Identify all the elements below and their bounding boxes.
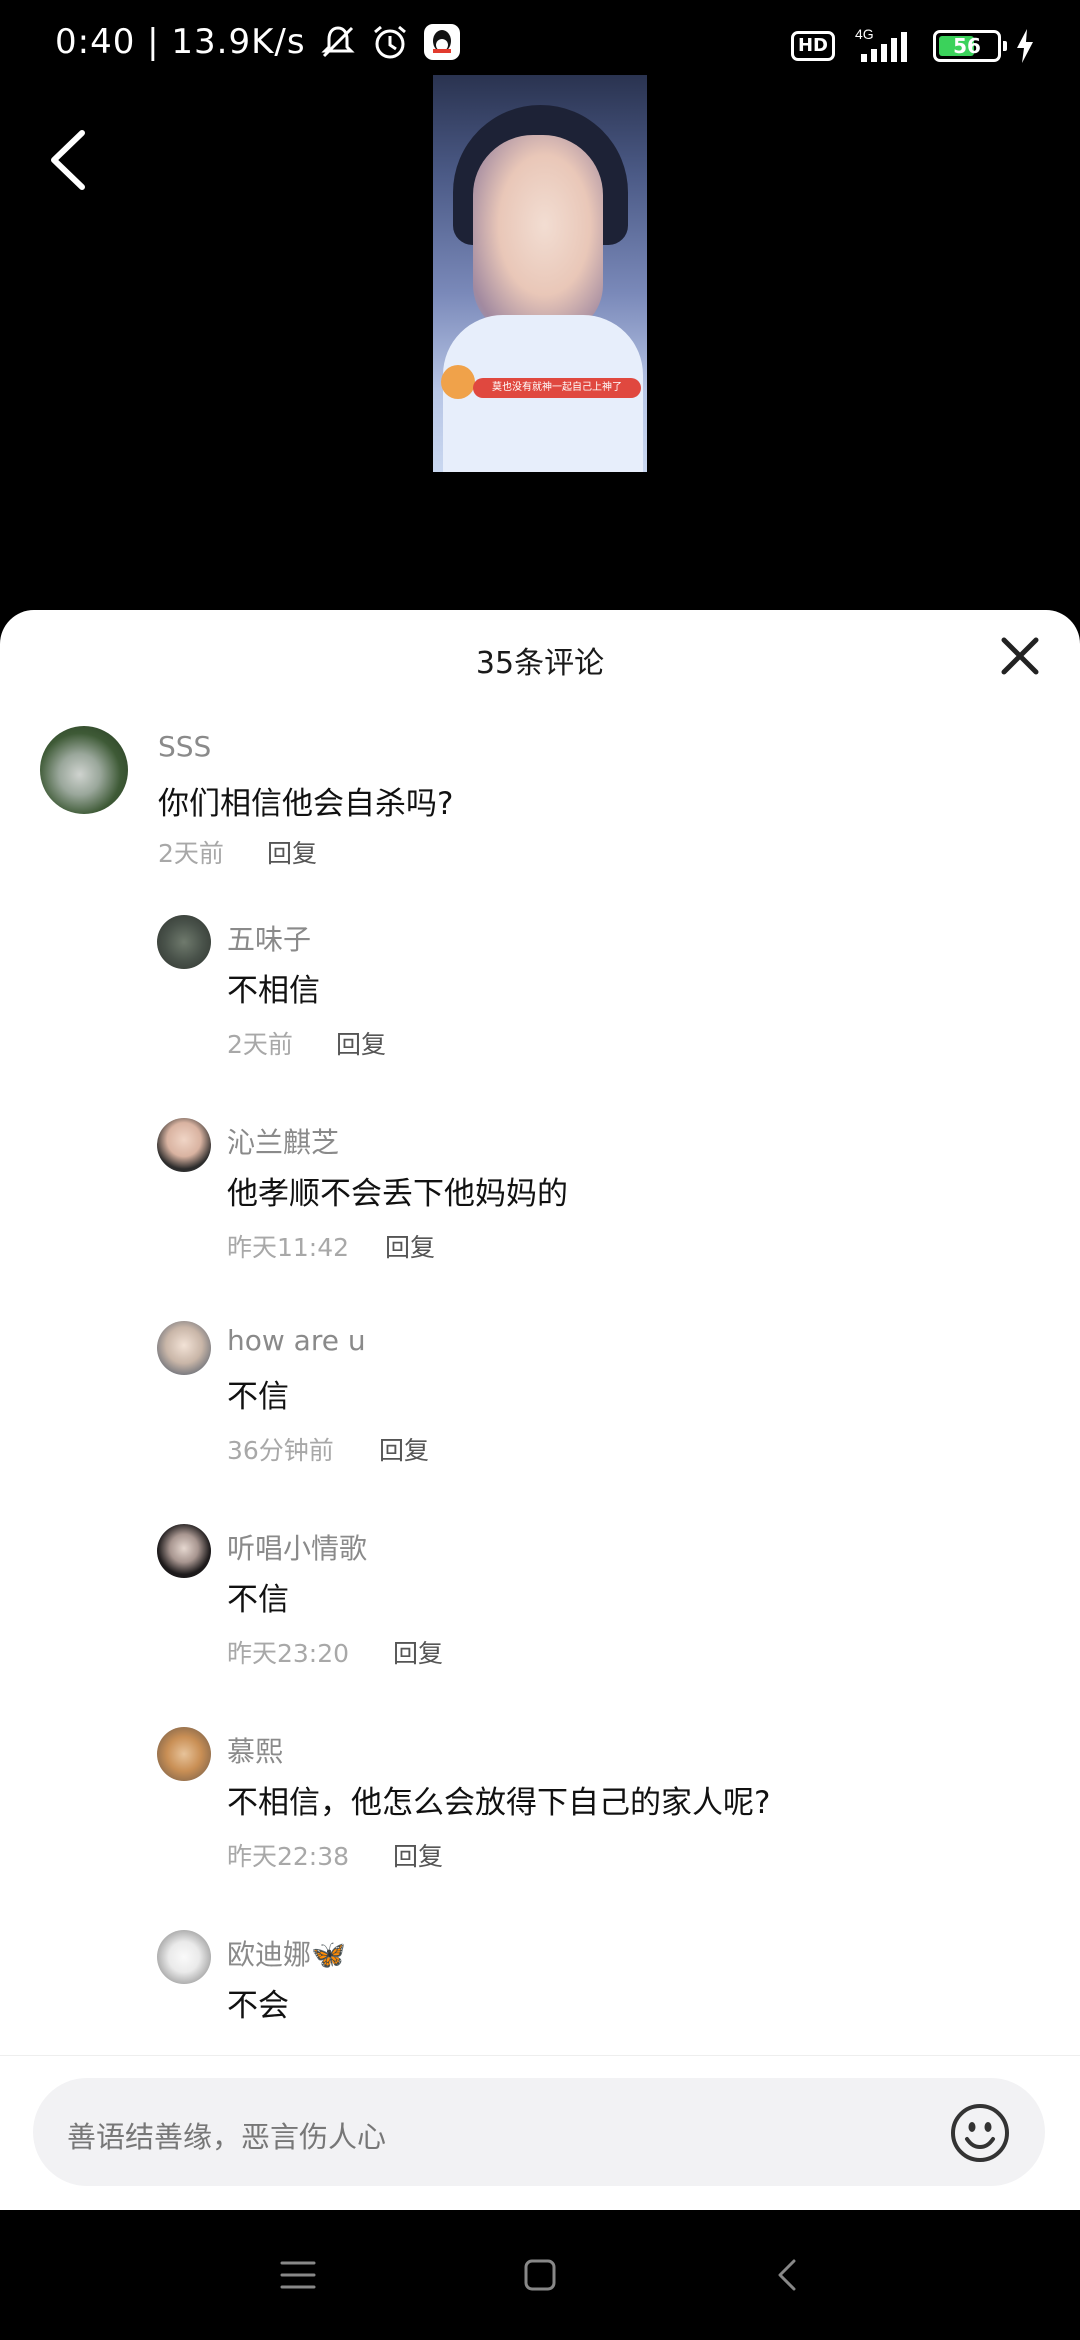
status-left: 0:40 | 13.9K/s bbox=[55, 22, 462, 62]
avatar[interactable] bbox=[157, 1118, 211, 1172]
comment-username[interactable]: 五味子 bbox=[227, 918, 311, 958]
avatar[interactable] bbox=[157, 1930, 211, 1984]
comment-text: 你们相信他会自杀吗? bbox=[158, 786, 454, 822]
comment-count-title: 35条评论 bbox=[475, 646, 605, 681]
hd-badge: HD bbox=[790, 31, 835, 61]
close-button[interactable] bbox=[996, 632, 1044, 680]
status-time-speed: 0:40 | 13.9K/s bbox=[55, 22, 306, 62]
comment-username[interactable]: 沁兰麒芝 bbox=[227, 1121, 339, 1161]
avatar[interactable] bbox=[157, 1727, 211, 1781]
signal-icon: 4G bbox=[855, 26, 907, 62]
battery-level: 56 bbox=[953, 34, 981, 58]
home-nav-icon[interactable] bbox=[520, 2255, 560, 2295]
comment-item: 沁兰麒芝 他孝顺不会丢下他妈妈的 昨天11:42 回复 bbox=[0, 1113, 1080, 1263]
system-nav-bar bbox=[0, 2210, 1080, 2340]
comment-item: 慕熙 不相信，他怎么会放得下自己的家人呢? 昨天22:38 回复 bbox=[0, 1722, 1080, 1872]
alarm-icon bbox=[373, 25, 406, 59]
comment-input[interactable]: 善语结善缘，恶言伤人心 bbox=[33, 2078, 1045, 2186]
avatar[interactable] bbox=[157, 915, 211, 969]
comment-item: 听唱小情歌 不信 昨天23:20 回复 bbox=[0, 1519, 1080, 1669]
comment-time: 36分钟前 bbox=[227, 1436, 334, 1465]
comment-username[interactable]: 慕熙 bbox=[227, 1730, 283, 1770]
reply-button[interactable]: 回复 bbox=[393, 1634, 443, 1670]
comment-time: 2天前 bbox=[227, 1030, 293, 1059]
avatar[interactable] bbox=[157, 1524, 211, 1578]
comment-username[interactable]: how are u bbox=[227, 1324, 366, 1357]
video-sticker bbox=[441, 365, 475, 399]
reply-button[interactable]: 回复 bbox=[393, 1837, 443, 1873]
comment-input-placeholder: 善语结善缘，恶言伤人心 bbox=[67, 2120, 387, 2154]
comment-text: 不会 bbox=[227, 1988, 289, 2024]
avatar[interactable] bbox=[157, 1321, 211, 1375]
comment-item: SSS 你们相信他会自杀吗? 2天前 回复 bbox=[0, 710, 1080, 868]
comment-time: 昨天22:38 bbox=[227, 1842, 350, 1871]
comment-text: 他孝顺不会丢下他妈妈的 bbox=[227, 1176, 568, 1212]
comment-text: 不相信 bbox=[227, 973, 320, 1009]
comment-item: how are u 不信 36分钟前 回复 bbox=[0, 1316, 1080, 1466]
comment-text: 不信 bbox=[227, 1379, 289, 1415]
video-caption: 莫也没有就神一起自己上神了 bbox=[473, 378, 641, 398]
comment-text: 不信 bbox=[227, 1582, 289, 1618]
comment-item: 欧迪娜🦋 不会 bbox=[0, 1925, 1080, 2035]
status-right: HD 4G 56 bbox=[790, 26, 1035, 66]
back-nav-icon[interactable] bbox=[768, 2255, 808, 2295]
reply-button[interactable]: 回复 bbox=[379, 1431, 429, 1467]
back-button[interactable] bbox=[40, 125, 100, 195]
comment-text: 不相信，他怎么会放得下自己的家人呢? bbox=[227, 1785, 771, 1821]
charging-icon bbox=[1017, 29, 1033, 63]
comment-username[interactable]: 听唱小情歌 bbox=[227, 1527, 367, 1567]
comment-time: 昨天23:20 bbox=[227, 1639, 350, 1668]
reply-button[interactable]: 回复 bbox=[385, 1228, 435, 1264]
network-label: 4G bbox=[855, 26, 874, 42]
comment-sheet: 35条评论 SSS 你们相信他会自杀吗? 2天前 回复 五味子 不相信 2天前 … bbox=[0, 610, 1080, 2210]
battery-indicator: 56 bbox=[933, 30, 1007, 62]
reply-button[interactable]: 回复 bbox=[267, 834, 317, 870]
qq-app-icon bbox=[423, 24, 460, 60]
comment-time: 2天前 bbox=[158, 839, 224, 868]
menu-nav-icon[interactable] bbox=[278, 2255, 318, 2295]
comment-input-bar: 善语结善缘，恶言伤人心 bbox=[0, 2055, 1080, 2211]
mute-icon bbox=[320, 26, 355, 58]
comment-item: 五味子 不相信 2天前 回复 bbox=[0, 910, 1080, 1060]
comment-time: 昨天11:42 bbox=[227, 1233, 350, 1262]
avatar[interactable] bbox=[40, 726, 128, 814]
emoji-button[interactable] bbox=[949, 2102, 1011, 2164]
comment-username[interactable]: SSS bbox=[158, 730, 211, 763]
video-thumbnail[interactable]: 莫也没有就神一起自己上神了 bbox=[433, 75, 647, 472]
video-figure-face bbox=[473, 135, 603, 335]
comment-username[interactable]: 欧迪娜🦋 bbox=[227, 1933, 346, 1973]
reply-button[interactable]: 回复 bbox=[336, 1025, 386, 1061]
